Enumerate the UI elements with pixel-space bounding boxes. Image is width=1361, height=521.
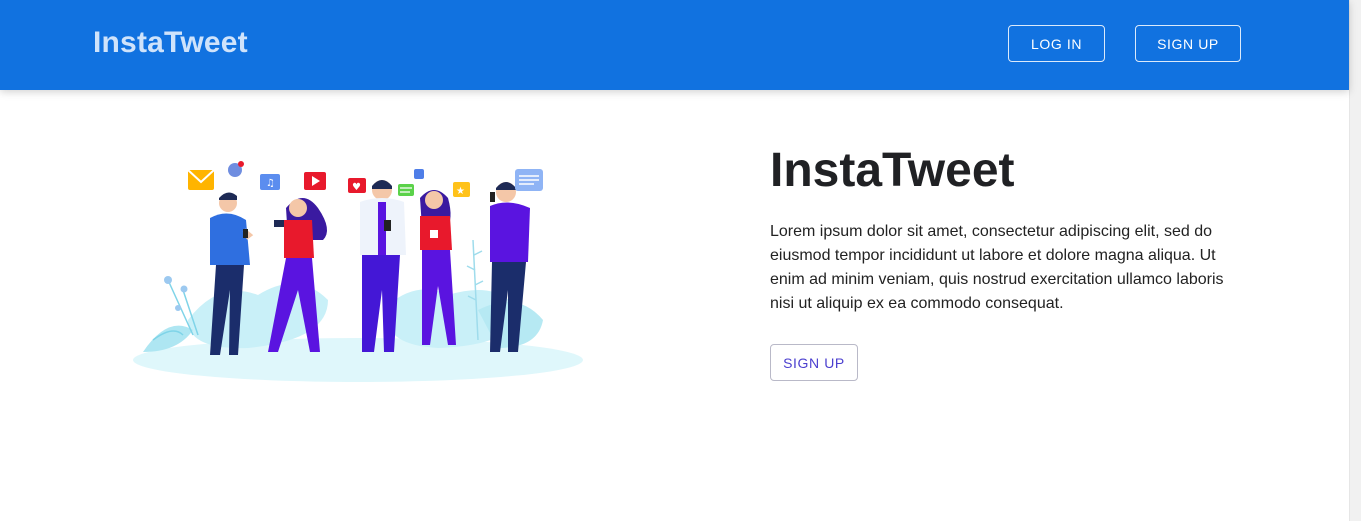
app-bar: InstaTweet LOG IN SIGN UP xyxy=(0,0,1349,90)
hero-illustration: ♫ ♥ ★ xyxy=(98,90,602,410)
hero-description: Lorem ipsum dolor sit amet, consectetur … xyxy=(770,223,1224,312)
svg-text:♫: ♫ xyxy=(266,178,275,189)
hero-title: InstaTweet xyxy=(770,144,1015,197)
hero-section: InstaTweet Lorem ipsum dolor sit amet, c… xyxy=(770,140,1250,381)
svg-text:♥: ♥ xyxy=(352,182,361,193)
svg-text:★: ★ xyxy=(456,186,465,197)
brand-logo[interactable]: InstaTweet xyxy=(93,26,248,60)
hero-signup-button[interactable]: SIGN UP xyxy=(770,344,858,381)
signup-button[interactable]: SIGN UP xyxy=(1135,25,1241,62)
login-button[interactable]: LOG IN xyxy=(1008,25,1105,62)
scrollbar[interactable] xyxy=(1349,0,1361,521)
social-media-people-illustration: ♫ ♥ ★ xyxy=(133,161,583,382)
